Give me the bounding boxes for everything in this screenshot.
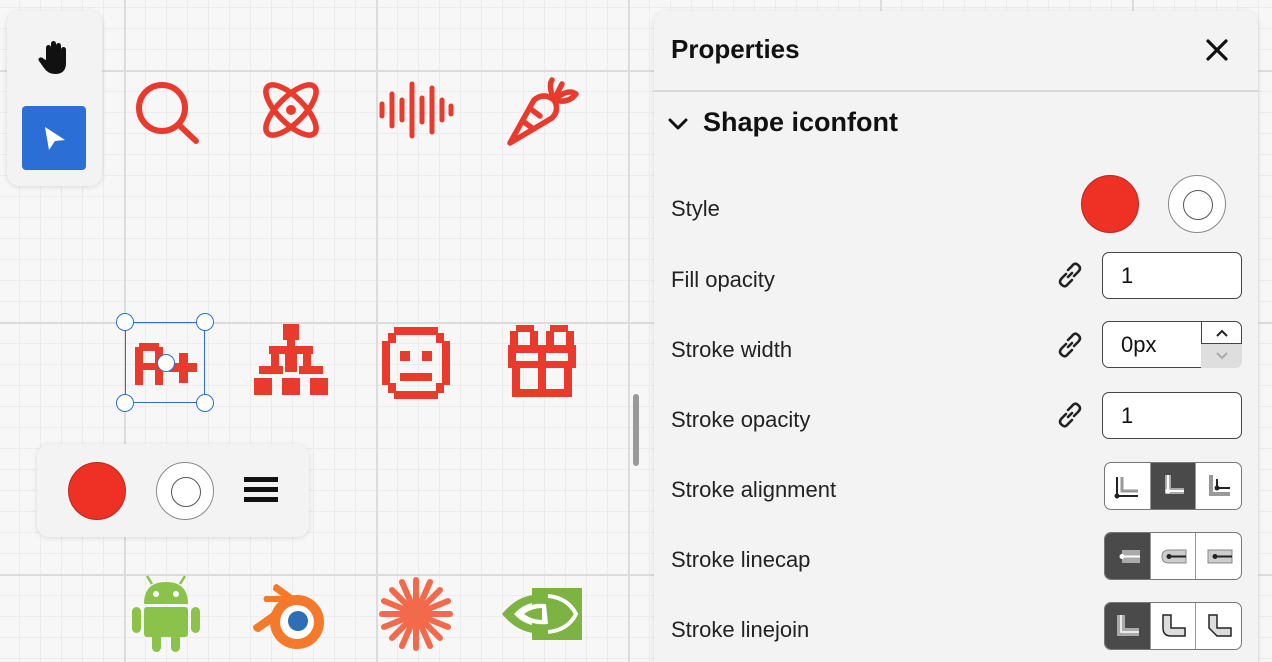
- link-icon[interactable]: [1055, 330, 1085, 360]
- style-label: Style: [671, 196, 720, 221]
- stroke-opacity-input[interactable]: [1102, 392, 1242, 439]
- linecap-butt-icon: [1119, 550, 1141, 563]
- resize-handle-top-right[interactable]: [196, 313, 214, 331]
- sparkle-icon[interactable]: [376, 574, 456, 654]
- fill-opacity-input[interactable]: [1102, 252, 1242, 299]
- fill-color-button[interactable]: [68, 462, 126, 520]
- panel-divider: [654, 90, 1258, 92]
- sitemap-icon[interactable]: [251, 322, 331, 402]
- blender-icon[interactable]: [251, 574, 331, 654]
- linecap-round-button[interactable]: [1151, 533, 1197, 579]
- chevron-up-icon: [1215, 329, 1228, 337]
- section-title[interactable]: Shape iconfont: [703, 107, 898, 138]
- atom-icon[interactable]: [251, 70, 331, 150]
- search-icon[interactable]: [126, 70, 206, 150]
- panel-title: Properties: [671, 34, 800, 64]
- scroll-indicator[interactable]: [633, 394, 639, 466]
- align-inside-icon: [1208, 475, 1230, 496]
- align-inside-button[interactable]: [1196, 463, 1241, 509]
- stroke-alignment-selector: [1104, 462, 1242, 510]
- linecap-butt-button[interactable]: [1105, 533, 1151, 579]
- nvidia-icon[interactable]: [502, 574, 584, 654]
- link-icon[interactable]: [1055, 260, 1085, 290]
- linejoin-bevel-button[interactable]: [1196, 603, 1241, 649]
- stroke-alignment-label: Stroke alignment: [671, 477, 837, 502]
- stroke-linejoin-label: Stroke linejoin: [671, 617, 810, 642]
- link-icon[interactable]: [1055, 400, 1085, 430]
- close-icon[interactable]: [1203, 36, 1231, 64]
- resize-handle-top-left[interactable]: [116, 313, 134, 331]
- align-center-icon: [1165, 475, 1184, 494]
- stroke-linecap-selector: [1104, 532, 1242, 580]
- gift-icon[interactable]: [502, 323, 582, 403]
- stroke-linejoin-selector: [1104, 602, 1242, 650]
- select-tool-button[interactable]: [22, 106, 86, 170]
- linecap-square-button[interactable]: [1196, 533, 1241, 579]
- style-fill-button[interactable]: [1081, 175, 1139, 233]
- align-outside-button[interactable]: [1105, 463, 1151, 509]
- stroke-linecap-label: Stroke linecap: [671, 547, 811, 572]
- resize-handle-bottom-left[interactable]: [116, 394, 134, 412]
- linecap-square-icon: [1207, 549, 1233, 564]
- stroke-width-input[interactable]: [1102, 321, 1202, 368]
- fill-opacity-label: Fill opacity: [671, 267, 775, 292]
- stroke-width-label: Stroke width: [671, 337, 793, 362]
- android-icon[interactable]: [126, 574, 206, 654]
- pointer-icon: [45, 127, 65, 150]
- stepper-up-button[interactable]: [1201, 321, 1242, 344]
- linecap-round-icon: [1161, 549, 1187, 564]
- stroke-color-button[interactable]: [156, 462, 214, 520]
- menu-icon[interactable]: [244, 475, 278, 505]
- stroke-opacity-label: Stroke opacity: [671, 407, 811, 432]
- align-outside-icon: [1114, 477, 1139, 499]
- linejoin-bevel-icon: [1207, 614, 1232, 637]
- resize-handle-bottom-right[interactable]: [196, 394, 214, 412]
- carrot-icon[interactable]: [502, 70, 582, 150]
- chevron-down-icon[interactable]: [666, 112, 690, 136]
- align-center-button[interactable]: [1150, 463, 1197, 509]
- chevron-down-icon: [1215, 352, 1228, 360]
- face-icon[interactable]: [376, 323, 456, 403]
- linejoin-round-icon: [1162, 614, 1186, 637]
- linejoin-miter-icon: [1117, 615, 1140, 636]
- style-stroke-button[interactable]: [1168, 175, 1226, 233]
- hand-icon[interactable]: [34, 38, 74, 78]
- audio-wave-icon[interactable]: [376, 70, 456, 150]
- linejoin-round-button[interactable]: [1151, 603, 1197, 649]
- rotate-handle[interactable]: [157, 354, 175, 372]
- stepper-down-button[interactable]: [1201, 344, 1242, 368]
- linejoin-miter-button[interactable]: [1105, 603, 1151, 649]
